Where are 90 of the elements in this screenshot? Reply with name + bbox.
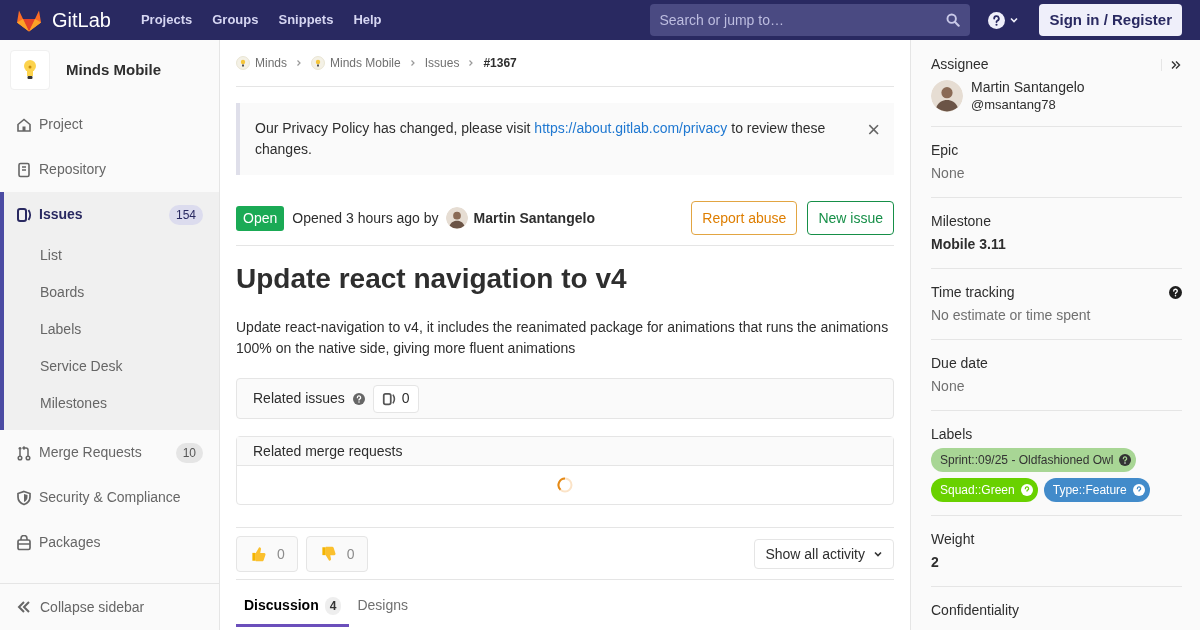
sidebar-item[interactable]: Security & Compliance (0, 475, 219, 520)
issue-description: Update react-navigation to v4, it includes the reanimated package for animations that runs the animations 100% on the native side, giving more fluent animations (236, 318, 890, 358)
help-icon (1132, 484, 1145, 496)
sign-in-button[interactable]: Sign in / Register (1039, 4, 1182, 36)
project-name[interactable]: Minds Mobile (66, 58, 161, 82)
chevron-right-icon (295, 59, 303, 67)
help-icon (1169, 285, 1182, 299)
count-badge: 10 (175, 442, 203, 463)
double-chevron-right-icon (1170, 58, 1182, 71)
breadcrumb-link[interactable]: Issues (424, 54, 460, 72)
house-icon (16, 116, 32, 133)
light-bulb-icon (311, 56, 325, 70)
label-tag[interactable]: Sprint::09/25 - Oldfashioned Owl (931, 448, 1137, 472)
sidebar-item[interactable]: Merge Requests 10 (0, 430, 219, 475)
activity-filter-dropdown[interactable]: Show all activity (754, 539, 894, 569)
sidebar-subitem[interactable]: Service Desk (4, 348, 219, 385)
document-icon (16, 161, 32, 178)
section-value: None (931, 164, 966, 183)
section-heading: Due date (931, 353, 988, 373)
section-heading: Assignee (931, 55, 989, 74)
tab[interactable]: Discussion 4 (236, 587, 350, 627)
section-heading: Milestone (931, 211, 991, 231)
section-heading: Time tracking (931, 282, 1015, 302)
issues-icon (381, 391, 396, 406)
double-chevron-left-icon (16, 599, 32, 615)
help-icon (1119, 454, 1132, 466)
nav-link[interactable]: Help (353, 10, 382, 30)
breadcrumb-link[interactable]: Minds (236, 54, 287, 72)
section-value: 2 (931, 553, 940, 572)
count-badge: 154 (168, 204, 203, 225)
card-title: Related merge requests (253, 441, 403, 461)
nav-link[interactable]: Projects (140, 10, 193, 30)
gitlab-logo[interactable]: GitLab (16, 5, 111, 35)
section-heading: Epic (931, 140, 959, 160)
award-button[interactable]: 0 (236, 536, 298, 572)
label-tag[interactable]: Type::Feature (1043, 478, 1150, 502)
thumbs-up-icon (249, 545, 267, 563)
section-heading: Labels (931, 424, 973, 444)
help-icon (988, 11, 1006, 29)
help-icon (1020, 484, 1033, 496)
section-heading: Weight (931, 529, 975, 549)
card-title: Related issues (253, 389, 345, 408)
brand-name: GitLab (52, 8, 111, 33)
section-value: No estimate or time spent (931, 306, 1092, 325)
opened-text: Opened 3 hours ago by (292, 208, 439, 228)
avatar (445, 207, 468, 229)
search-field[interactable]: Search or jump to… (650, 4, 971, 36)
section-value: Mobile 3.11 (931, 235, 1007, 254)
close-button[interactable]: × (867, 120, 880, 140)
issue-count-badge: 0 (372, 384, 419, 413)
sidebar-item[interactable]: Project (0, 102, 219, 147)
breadcrumb-link[interactable]: Minds Mobile (311, 54, 401, 72)
search-icon (946, 13, 961, 27)
chevron-down-icon (1009, 15, 1020, 25)
chevron-down-icon (873, 549, 883, 559)
author-link[interactable]: Martin Santangelo (445, 207, 595, 229)
breadcrumb-link[interactable]: #1367 (483, 54, 517, 72)
help-icon (352, 392, 365, 405)
assignee-name[interactable]: Martin Santangelo (971, 79, 1085, 96)
section-heading: Confidentiality (931, 600, 1019, 620)
avatar (931, 80, 963, 112)
award-button[interactable]: 0 (305, 536, 368, 572)
count-badge: 4 (324, 596, 342, 615)
package-icon (16, 534, 32, 551)
chevron-right-icon (408, 59, 417, 67)
issues-icon (16, 206, 32, 223)
tab[interactable]: Designs (349, 587, 416, 627)
new-issue-button[interactable]: New issue (807, 201, 894, 235)
sidebar-subitem[interactable]: Milestones (4, 385, 219, 422)
light-bulb-icon (22, 59, 38, 81)
collapse-button[interactable] (1161, 58, 1182, 71)
privacy-link[interactable]: https://about.gitlab.com/privacy (534, 120, 728, 136)
sidebar-subitem[interactable]: Labels (4, 311, 219, 348)
sidebar-item[interactable]: Issues 154 (4, 192, 219, 237)
nav-link[interactable]: Groups (212, 10, 259, 30)
sidebar-subitem[interactable]: List (4, 237, 219, 274)
issue-title: Update react navigation to v4 (236, 262, 628, 296)
light-bulb-icon (236, 56, 250, 70)
sidebar-subitem[interactable]: Boards (4, 274, 219, 311)
sidebar-item[interactable]: Packages (0, 520, 219, 565)
nav-link[interactable]: Snippets (278, 10, 334, 30)
merge-request-icon (16, 444, 32, 461)
report-abuse-button[interactable]: Report abuse (691, 201, 798, 235)
status-badge: Open (236, 205, 285, 231)
sidebar-item[interactable]: Repository (0, 147, 219, 192)
assignee-username: @msantang78 (971, 96, 1057, 113)
alert-message: Our Privacy Policy has changed, please visit https://about.gitlab.com/privacy to review these changes. (255, 119, 827, 159)
shield-icon (16, 489, 32, 506)
help-dropdown[interactable] (988, 11, 1020, 29)
section-value: None (931, 377, 966, 396)
